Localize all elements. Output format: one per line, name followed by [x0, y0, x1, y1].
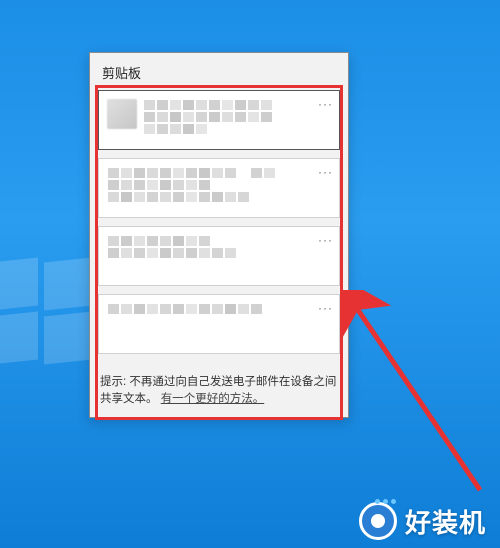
more-icon[interactable]: ···	[318, 301, 333, 315]
clipboard-panel: 剪贴板 ··· ···	[89, 52, 349, 418]
clip-content-censored	[143, 99, 313, 135]
clipboard-title: 剪贴板	[90, 53, 348, 90]
tip-prefix: 提示:	[100, 376, 129, 388]
clip-content-censored	[107, 235, 313, 259]
watermark: 好装机	[359, 502, 486, 540]
watermark-text: 好装机	[405, 503, 486, 540]
watermark-logo-icon	[359, 502, 397, 540]
more-icon[interactable]: ···	[318, 233, 333, 247]
clipboard-item[interactable]: ···	[98, 226, 340, 286]
clipboard-item[interactable]: ···	[98, 90, 340, 150]
more-icon[interactable]: ···	[318, 97, 333, 111]
clip-content-censored	[107, 303, 313, 315]
clipboard-tip: 提示: 不再通过向自己发送电子邮件在设备之间共享文本。 有一个更好的方法。	[90, 368, 348, 417]
clip-thumbnail	[107, 99, 137, 129]
tip-link[interactable]: 有一个更好的方法。	[161, 393, 265, 405]
clipboard-item[interactable]: ···	[98, 158, 340, 218]
more-icon[interactable]: ···	[318, 165, 333, 179]
annotation-arrow	[340, 290, 500, 510]
clip-content-censored	[107, 167, 313, 203]
clipboard-item[interactable]: ···	[98, 294, 340, 354]
clipboard-items-list: ··· ···	[90, 90, 348, 368]
